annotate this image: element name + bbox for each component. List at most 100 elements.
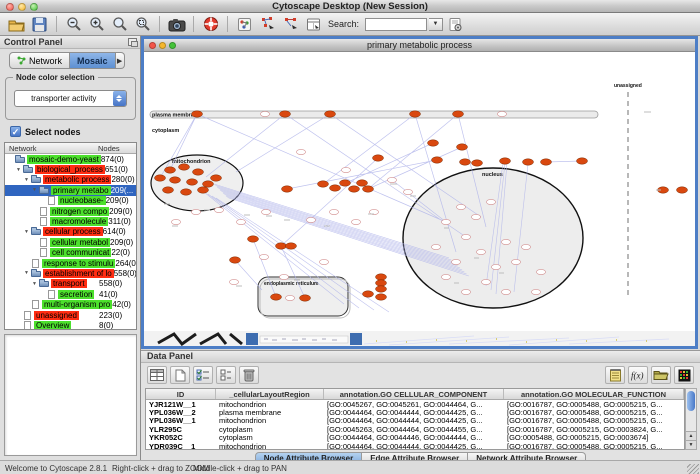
attribute-grid-button[interactable] — [147, 366, 167, 384]
tree-row[interactable]: cellular metabol209(0) — [5, 237, 136, 247]
network-canvas[interactable]: plasma membrane cytoplasm mitochondrion … — [144, 52, 695, 346]
tree-column-network: Network — [5, 144, 98, 153]
table-icon — [306, 17, 321, 32]
fx-icon: f(x) — [630, 369, 646, 381]
scrollbar-thumb[interactable] — [687, 391, 695, 411]
tree-row[interactable]: ▼metabolic process280(0) — [5, 175, 136, 185]
attribute-table-button[interactable] — [303, 15, 324, 34]
zoom-selected-button[interactable] — [132, 15, 153, 34]
window-titlebar: Cytoscape Desktop (New Session) — [0, 0, 700, 13]
attribute-grid-icon — [150, 369, 164, 381]
tree-node-count: 311(0) — [108, 217, 137, 226]
tree-node-count: 558(0) — [99, 279, 136, 288]
scroll-up-arrow[interactable]: ▲ — [686, 431, 696, 440]
save-button[interactable] — [29, 15, 50, 34]
heatmap-matrix-icon — [678, 369, 691, 382]
node-color-dropdown[interactable]: transporter activity — [14, 90, 127, 107]
tree-node-count: 209(0) — [110, 238, 137, 247]
scroll-down-arrow[interactable]: ▼ — [686, 440, 696, 449]
tree-node-label: metabolic process — [43, 175, 111, 184]
tree-row[interactable]: nucleobase-209(0) — [5, 196, 136, 206]
network-window-title: primary metabolic process — [144, 40, 695, 50]
folder-icon — [39, 188, 49, 194]
expand-arrow-icon[interactable]: ▼ — [24, 270, 31, 276]
toolbar-separator — [227, 16, 228, 32]
open-file-button[interactable] — [6, 15, 27, 34]
table-row[interactable]: YDR039C__1mitochondrion[GO:0044464, GO:0… — [146, 442, 684, 450]
tree-row[interactable]: secretion41(0) — [5, 289, 136, 299]
select-attributes-button[interactable] — [193, 366, 213, 384]
status-pan-hint: Middle-click + drag to PAN — [193, 464, 287, 473]
tree-row[interactable]: ▼transport558(0) — [5, 279, 136, 289]
help-button[interactable] — [200, 15, 221, 34]
folder-icon — [31, 177, 41, 183]
table-scrollbar[interactable]: ▲ ▼ — [685, 388, 697, 450]
zoom-out-button[interactable] — [63, 15, 84, 34]
column-header[interactable]: ID — [146, 389, 216, 399]
new-attribute-button[interactable] — [170, 366, 190, 384]
tree-row[interactable]: macromolecule311(0) — [5, 216, 136, 226]
search-input[interactable] — [365, 18, 427, 31]
column-header[interactable]: _cellularLayoutRegion — [216, 389, 324, 399]
tree-node-count: 874(0) — [101, 155, 137, 164]
search-config-button[interactable] — [445, 15, 466, 34]
unselect-attributes-button[interactable] — [216, 366, 236, 384]
tree-node-count: 651(0) — [105, 165, 137, 174]
tree-row[interactable]: nitrogen compo209(0) — [5, 206, 136, 216]
region-nucleus[interactable]: nucleus — [403, 168, 583, 308]
tree-node-count: 209(0) — [109, 207, 137, 216]
expand-arrow-icon[interactable]: ▼ — [24, 229, 31, 235]
column-header[interactable]: annotation.GO CELLULAR_COMPONENT — [324, 389, 504, 399]
tree-node-label: mosaic-demo-yeast — [27, 155, 101, 164]
snapshot-button[interactable] — [166, 15, 187, 34]
birds-eye-view[interactable] — [4, 334, 137, 456]
tab-label: Mosaic — [77, 56, 108, 66]
zoom-out-icon — [66, 16, 82, 32]
expand-arrow-icon[interactable]: ▼ — [24, 177, 31, 183]
import-attributes-button[interactable] — [651, 366, 671, 384]
select-nodes-label: Select nodes — [25, 127, 81, 137]
tab-overflow-button[interactable]: ▶ — [116, 52, 125, 69]
expand-arrow-icon[interactable]: ▼ — [32, 281, 39, 287]
zoom-fit-button[interactable] — [109, 15, 130, 34]
zoom-in-button[interactable] — [86, 15, 107, 34]
float-panel-icon[interactable] — [128, 38, 137, 46]
tree-row[interactable]: mosaic-demo-yeast874(0) — [5, 154, 136, 164]
tree-row[interactable]: ▼primary metabo209(... — [5, 185, 136, 195]
search-label: Search: — [328, 19, 359, 29]
expand-arrow-icon[interactable]: ▼ — [32, 187, 39, 193]
select-nodes-checkbox[interactable]: ✓ — [10, 126, 21, 137]
tree-node-label: unassigned — [34, 311, 79, 320]
annotation-button[interactable] — [234, 15, 255, 34]
resize-grip[interactable] — [687, 464, 699, 474]
new-network-edges-icon — [283, 16, 299, 32]
tree-row[interactable]: multi-organism pro42(0) — [5, 299, 136, 309]
tree-row[interactable]: ▼biological_process651(0) — [5, 164, 136, 174]
trash-icon — [243, 368, 255, 382]
new-network-selected-edges-button[interactable] — [280, 15, 301, 34]
tree-row[interactable]: unassigned223(0) — [5, 310, 136, 320]
tree-row[interactable]: cell communicat22(0) — [5, 248, 136, 258]
tree-node-label: Overview — [34, 321, 71, 330]
folder-icon — [39, 281, 49, 287]
search-dropdown-button[interactable]: ▼ — [429, 18, 443, 31]
main-toolbar: Search: ▼ — [0, 13, 700, 36]
tree-row[interactable]: response to stimulu264(0) — [5, 258, 136, 268]
tree-row[interactable]: ▼establishment of lo558(0) — [5, 268, 136, 278]
tab-mosaic[interactable]: Mosaic — [70, 52, 116, 69]
formula-button[interactable]: f(x) — [628, 366, 648, 384]
delete-attribute-button[interactable] — [239, 366, 259, 384]
tab-network[interactable]: Network — [9, 52, 70, 69]
notes-button[interactable] — [605, 366, 625, 384]
region-plasma-membrane[interactable]: plasma membrane — [150, 111, 598, 119]
expand-arrow-icon[interactable]: ▼ — [16, 167, 23, 173]
tree-node-label: response to stimulu — [42, 259, 115, 268]
new-network-from-selection-button[interactable] — [257, 15, 278, 34]
tree-row[interactable]: ▼cellular process614(0) — [5, 227, 136, 237]
zoom-fit-icon — [112, 16, 128, 32]
column-header[interactable]: annotation.GO MOLECULAR_FUNCTION — [504, 389, 684, 399]
heatmap-button[interactable] — [674, 366, 694, 384]
file-icon — [40, 248, 47, 257]
tree-row[interactable]: Overview8(0) — [5, 320, 136, 330]
unassigned-label: unassigned — [614, 83, 642, 89]
